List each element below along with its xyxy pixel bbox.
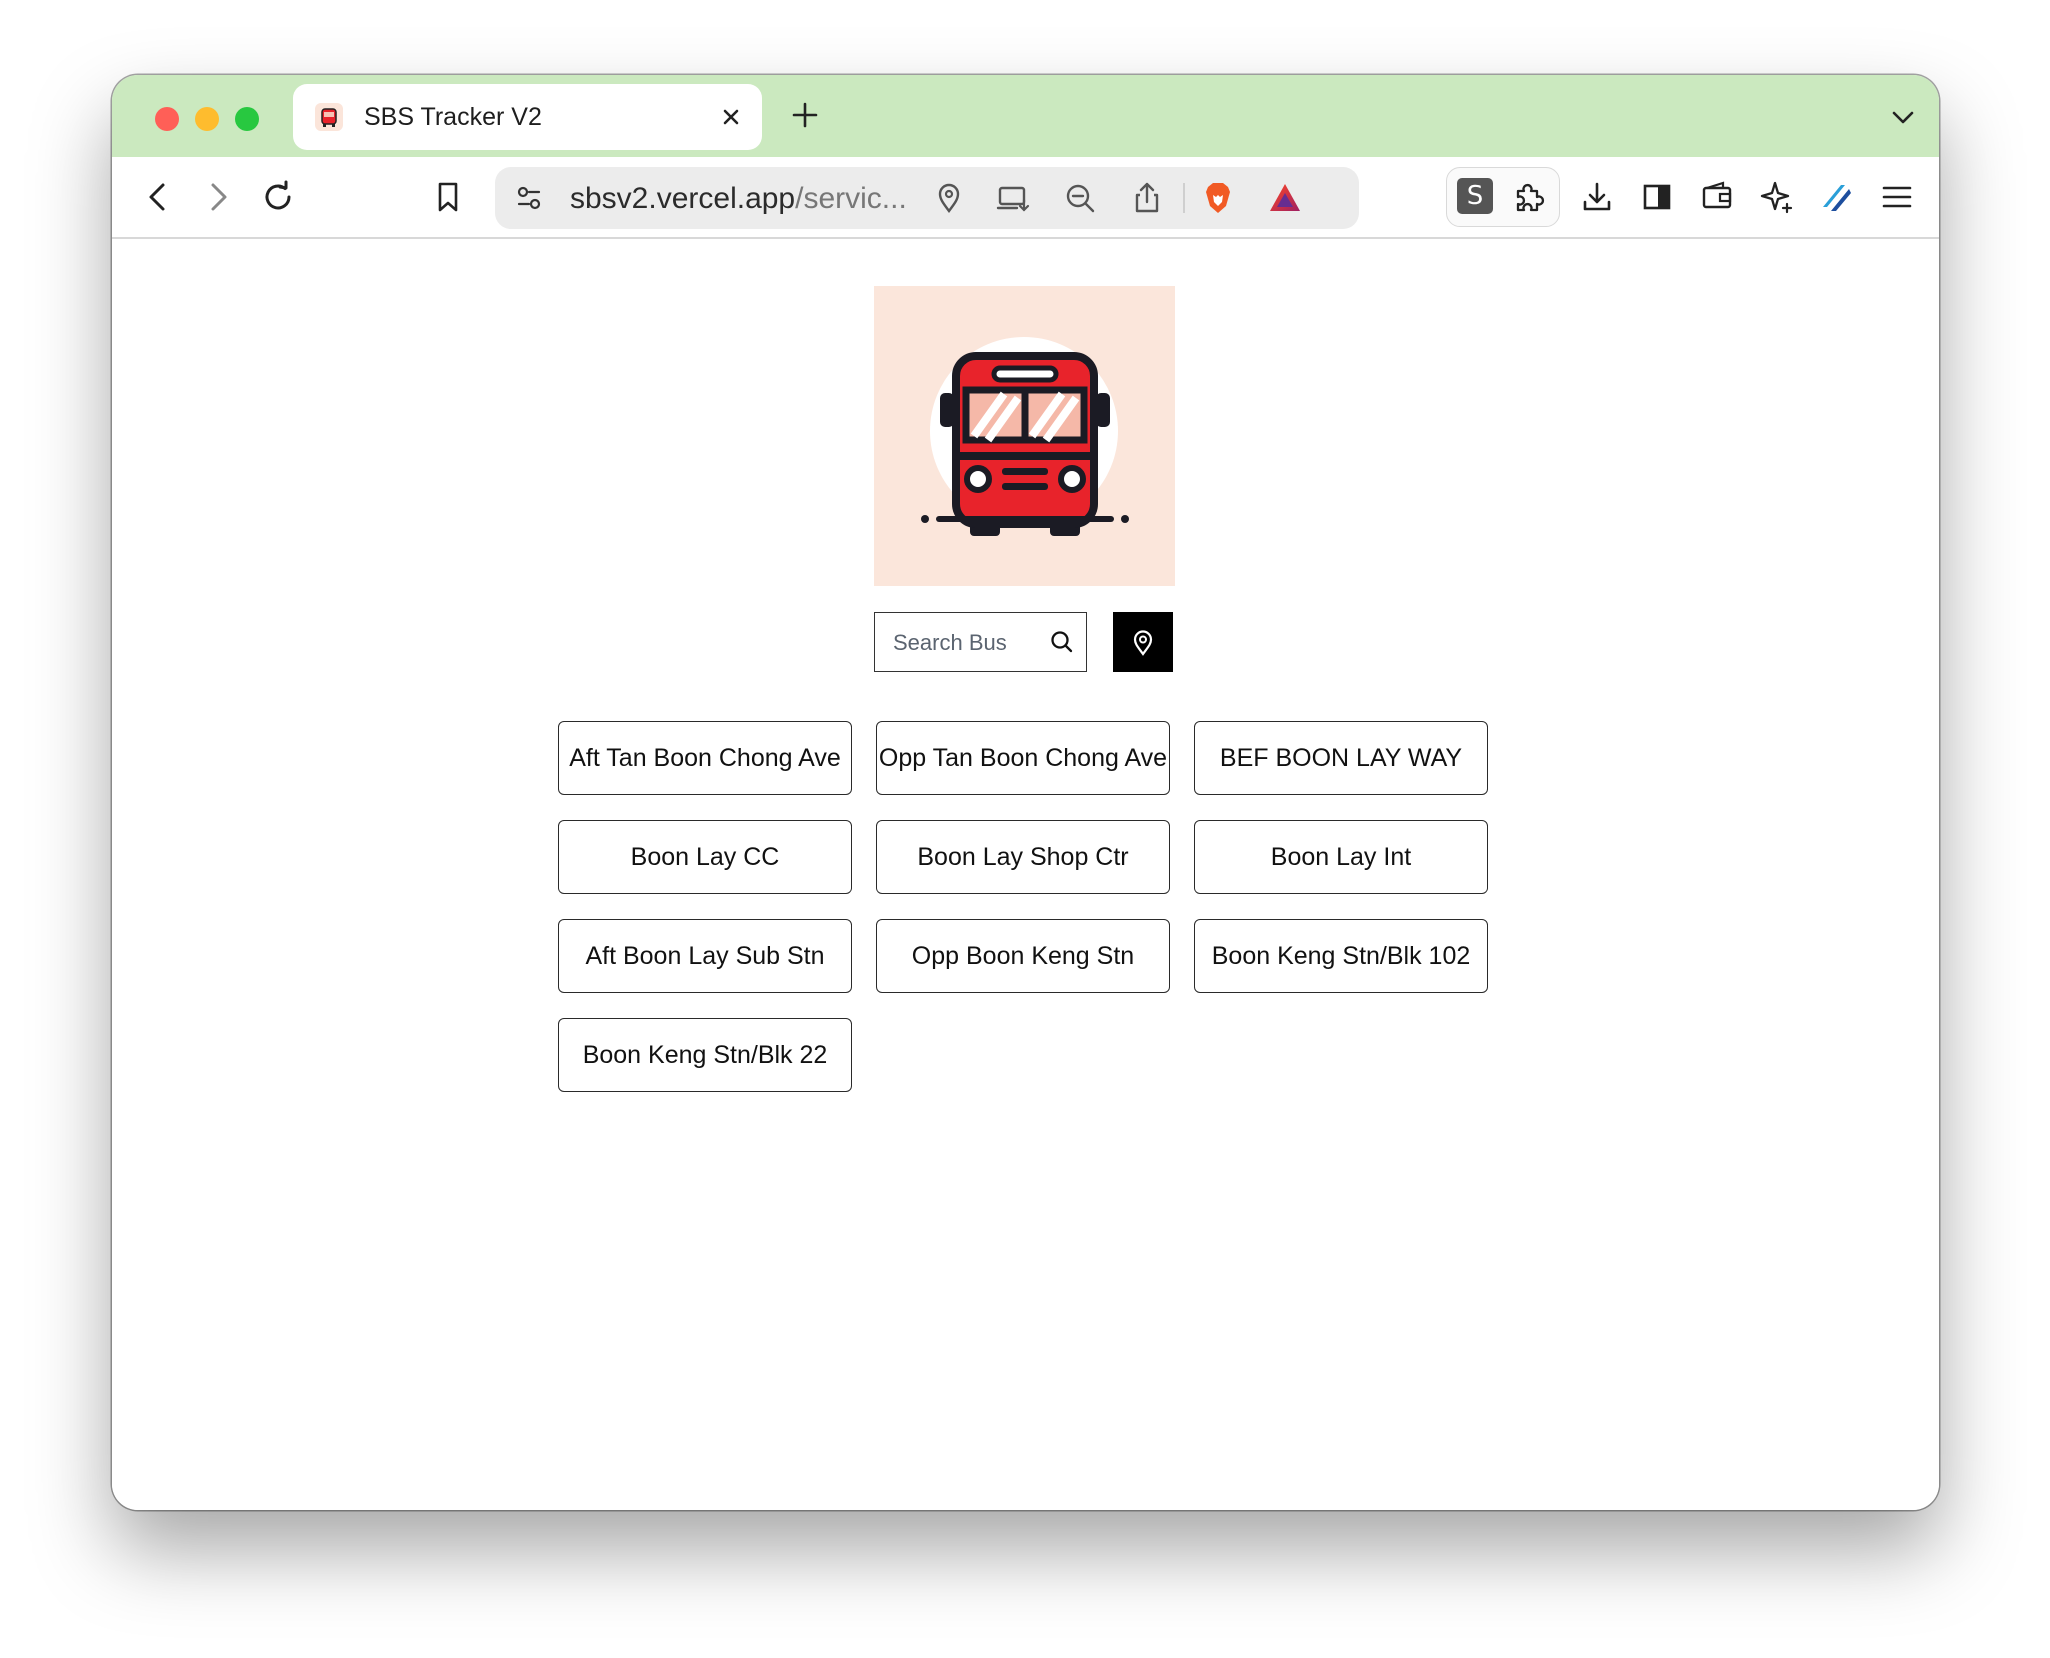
download-icon[interactable] xyxy=(1577,177,1617,217)
divider xyxy=(1183,183,1185,213)
bus-stop-button[interactable]: Boon Lay CC xyxy=(558,820,852,894)
share-icon[interactable] xyxy=(1127,178,1167,218)
tab-sbs-tracker[interactable]: SBS Tracker V2 xyxy=(293,84,762,150)
tab-title: SBS Tracker V2 xyxy=(364,103,542,131)
forward-icon[interactable] xyxy=(198,177,238,217)
extensions-group: S xyxy=(1446,167,1560,227)
sidebar-icon[interactable] xyxy=(1637,177,1677,217)
puzzle-extensions-icon[interactable] xyxy=(1509,177,1549,217)
wallet-icon[interactable] xyxy=(1697,177,1737,217)
back-icon[interactable] xyxy=(138,177,178,217)
reload-icon[interactable] xyxy=(258,177,298,217)
search-input[interactable]: Search Bus xyxy=(874,612,1087,672)
bus-stop-button[interactable]: BEF BOON LAY WAY xyxy=(1194,721,1488,795)
bus-stop-button[interactable]: Boon Keng Stn/Blk 22 xyxy=(558,1018,852,1092)
site-settings-icon[interactable] xyxy=(509,178,549,218)
toolbar: sbsv2.vercel.app/servic... S xyxy=(112,157,1939,239)
new-tab-icon[interactable] xyxy=(787,97,823,133)
menu-icon[interactable] xyxy=(1877,177,1917,217)
brave-shields-icon[interactable] xyxy=(1198,178,1238,218)
address-bar[interactable]: sbsv2.vercel.app/servic... xyxy=(495,167,1359,229)
zoom-out-icon[interactable] xyxy=(1060,178,1100,218)
chevron-down-icon[interactable] xyxy=(1887,101,1919,133)
vpn-extension-icon[interactable] xyxy=(1817,177,1857,217)
close-tab-icon[interactable] xyxy=(716,102,746,132)
install-app-icon[interactable] xyxy=(993,178,1033,218)
location-pin-icon[interactable] xyxy=(929,178,969,218)
bus-stop-button[interactable]: Aft Tan Boon Chong Ave xyxy=(558,721,852,795)
browser-window: SBS Tracker V2 sbsv2.vercel.app/servic..… xyxy=(112,75,1939,1510)
minimize-window-button[interactable] xyxy=(195,107,219,131)
bus-stop-button[interactable]: Opp Boon Keng Stn xyxy=(876,919,1170,993)
tab-bar: SBS Tracker V2 xyxy=(112,75,1939,157)
bus-favicon-icon xyxy=(315,103,343,131)
zoom-window-button[interactable] xyxy=(235,107,259,131)
search-placeholder: Search Bus xyxy=(893,630,1007,655)
location-pin-icon xyxy=(1133,630,1153,656)
bus-stop-button[interactable]: Opp Tan Boon Chong Ave xyxy=(876,721,1170,795)
close-window-button[interactable] xyxy=(155,107,179,131)
brave-rewards-icon[interactable] xyxy=(1265,178,1305,218)
s-extension-icon[interactable]: S xyxy=(1457,178,1493,214)
bus-stop-button[interactable]: Boon Lay Shop Ctr xyxy=(876,820,1170,894)
leo-ai-icon[interactable] xyxy=(1757,177,1797,217)
bus-stop-button[interactable]: Boon Keng Stn/Blk 102 xyxy=(1194,919,1488,993)
bus-icon xyxy=(874,286,1175,586)
bus-stop-button[interactable]: Aft Boon Lay Sub Stn xyxy=(558,919,852,993)
url-text[interactable]: sbsv2.vercel.app/servic... xyxy=(570,182,907,216)
bookmark-icon[interactable] xyxy=(428,177,468,217)
page-content: Search Bus Aft Tan Boon Chong Ave Opp Ta… xyxy=(112,239,1939,1510)
locate-me-button[interactable] xyxy=(1113,612,1173,672)
bus-stop-button[interactable]: Boon Lay Int xyxy=(1194,820,1488,894)
search-icon[interactable] xyxy=(1048,628,1076,656)
